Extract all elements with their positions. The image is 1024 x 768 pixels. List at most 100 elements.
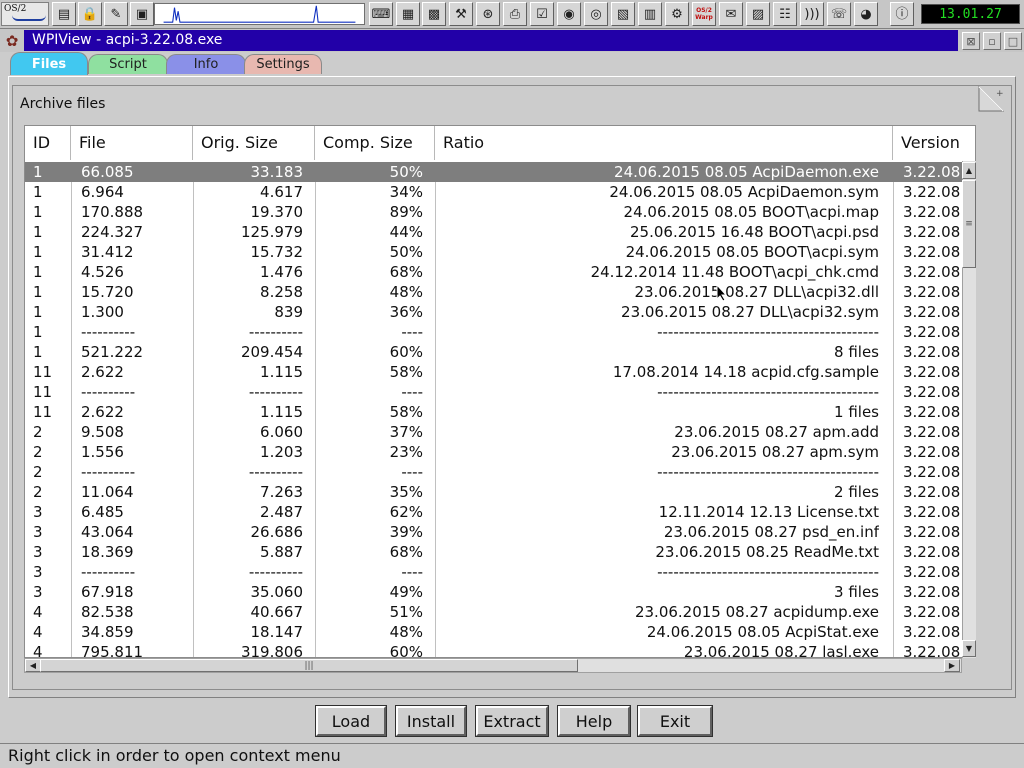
minimize-icon[interactable]: ▫ — [983, 32, 1001, 50]
table-row[interactable]: 1 6.964 4.617 34% 24.06.2015 08.05 AcpiDaemo… — [25, 182, 963, 202]
tools-icon[interactable]: ⚒ — [449, 2, 473, 26]
cell-id: 1 — [33, 223, 43, 241]
cell-id: 1 — [33, 283, 43, 301]
table-row[interactable]: 2 9.508 6.060 37% 23.06.2015 08.27 apm.add 3.… — [25, 422, 963, 442]
table-row[interactable]: 1 31.412 15.732 50% 24.06.2015 08.05 BOOT\ac… — [25, 242, 963, 262]
help-icon[interactable]: ⓘ — [890, 2, 914, 26]
cell-orig: 319.806 — [240, 643, 303, 658]
help-button[interactable]: Help — [557, 705, 631, 737]
column-header-ratio[interactable]: Ratio — [435, 126, 893, 160]
table-row[interactable]: 11 2.622 1.115 58% 17.08.2014 14.18 acpid.cf… — [25, 362, 963, 382]
cell-id: 3 — [33, 583, 43, 601]
cell-ratio: 2 files — [834, 483, 879, 501]
firefox-icon[interactable]: ◉ — [557, 2, 581, 26]
eye-icon[interactable]: ◕ — [854, 2, 878, 26]
tab-settings[interactable]: Settings — [244, 54, 322, 74]
cell-ver: 3.22.08 — [903, 203, 961, 221]
table-row[interactable]: 2 1.556 1.203 23% 23.06.2015 08.27 apm.sym 3.… — [25, 442, 963, 462]
lock-icon[interactable]: 🔒 — [78, 2, 102, 26]
scroll-down-icon[interactable]: ▼ — [962, 640, 976, 657]
table-row[interactable]: 4 34.859 18.147 48% 24.06.2015 08.05 AcpiSta… — [25, 622, 963, 642]
scroll-up-icon[interactable]: ▲ — [962, 162, 976, 179]
extract-button[interactable]: Extract — [475, 705, 549, 737]
wifi-icon[interactable]: ))) — [800, 2, 824, 26]
cell-file: 521.222 — [81, 343, 144, 361]
checklist-icon[interactable]: ☑ — [530, 2, 554, 26]
table-row[interactable]: 1 170.888 19.370 89% 24.06.2015 08.05 BOOT\a… — [25, 202, 963, 222]
column-header-version[interactable]: Version — [893, 126, 975, 160]
column-header-comp-size[interactable]: Comp. Size — [315, 126, 435, 160]
table-row[interactable]: 1 224.327 125.979 44% 25.06.2015 16.48 BOOT\… — [25, 222, 963, 242]
cell-ratio: 1 files — [834, 403, 879, 421]
table-row[interactable]: 1 1.300 839 36% 23.06.2015 08.27 DLL\acpi32.… — [25, 302, 963, 322]
chart-icon[interactable]: ▥ — [638, 2, 662, 26]
page-flip-icon[interactable]: + — [978, 86, 1004, 112]
drive-icon[interactable]: ▦ — [396, 2, 420, 26]
title-bar[interactable]: ✿ WPIView - acpi-3.22.08.exe ⊠ ▫ □ — [0, 29, 1024, 52]
photo-icon[interactable]: ▧ — [611, 2, 635, 26]
table-row[interactable]: 11 ---------- ---------- ---- --------------… — [25, 382, 963, 402]
window-list-icon[interactable]: ▤ — [52, 2, 76, 26]
phone-icon[interactable]: ☏ — [827, 2, 851, 26]
table-row[interactable]: 1 4.526 1.476 68% 24.12.2014 11.48 BOOT\acpi… — [25, 262, 963, 282]
table-row[interactable]: 1 ---------- ---------- ---- ---------------… — [25, 322, 963, 342]
cell-id: 1 — [33, 323, 43, 341]
cell-file: 34.859 — [81, 623, 134, 641]
table-row[interactable]: 3 43.064 26.686 39% 23.06.2015 08.27 psd_en.… — [25, 522, 963, 542]
tab-script[interactable]: Script — [88, 54, 168, 74]
table-row[interactable]: 4 795.811 319.806 60% 23.06.2015 08.27 lasl.… — [25, 642, 963, 658]
table-row[interactable]: 1 15.720 8.258 48% 23.06.2015 08.27 DLL\acpi… — [25, 282, 963, 302]
cell-comp: 89% — [389, 203, 423, 221]
table-row[interactable]: 1 66.085 33.183 50% 24.06.2015 08.05 AcpiDae… — [25, 162, 963, 182]
scroll-icon[interactable]: ☷ — [773, 2, 797, 26]
notepad-icon[interactable]: ✉ — [719, 2, 743, 26]
calendar-icon[interactable]: ▩ — [422, 2, 446, 26]
tab-files[interactable]: Files — [10, 52, 88, 75]
table-row[interactable]: 3 ---------- ---------- ---- ---------------… — [25, 562, 963, 582]
lifebuoy-icon[interactable]: ⊛ — [476, 2, 500, 26]
settings-icon[interactable]: ⚙ — [665, 2, 689, 26]
cell-orig: 6.060 — [260, 423, 303, 441]
monitor-icon[interactable]: ▣ — [130, 2, 154, 26]
table-row[interactable]: 3 67.918 35.060 49% 3 files 3.22.08 — [25, 582, 963, 602]
column-header-id[interactable]: ID — [25, 126, 71, 160]
os2-logo[interactable]: OS/2 — [1, 2, 49, 26]
horizontal-scroll-thumb[interactable]: ||| — [40, 659, 578, 672]
printer-icon[interactable]: ⎙ — [503, 2, 527, 26]
vertical-scroll-thumb[interactable]: ≡ — [962, 180, 976, 268]
group-label: Archive files — [20, 96, 106, 112]
cell-ver: 3.22.08 — [903, 543, 961, 561]
load-button[interactable]: Load — [315, 705, 387, 737]
cell-ratio: 8 files — [834, 343, 879, 361]
scroll-right-icon[interactable]: ▶ — [944, 659, 960, 672]
archive-files-table[interactable]: ID File Orig. Size Comp. Size Ratio Vers… — [24, 125, 976, 658]
cell-comp: ---- — [401, 463, 423, 481]
cell-ratio: 23.06.2015 08.27 lasl.exe — [683, 643, 879, 658]
cell-id: 2 — [33, 423, 43, 441]
table-row[interactable]: 3 18.369 5.887 68% 23.06.2015 08.25 ReadMe.t… — [25, 542, 963, 562]
table-row[interactable]: 4 82.538 40.667 51% 23.06.2015 08.27 acpidum… — [25, 602, 963, 622]
install-button[interactable]: Install — [395, 705, 467, 737]
cell-ratio: 24.06.2015 08.05 BOOT\acpi.map — [623, 203, 879, 221]
column-header-orig-size[interactable]: Orig. Size — [193, 126, 315, 160]
scroll-left-icon[interactable]: ◀ — [25, 659, 41, 672]
pen-icon[interactable]: ✎ — [104, 2, 128, 26]
cell-ver: 3.22.08 — [903, 323, 961, 341]
tab-info[interactable]: Info — [166, 54, 246, 74]
table-row[interactable]: 1 521.222 209.454 60% 8 files 3.22.08 — [25, 342, 963, 362]
window-title: WPIView - acpi-3.22.08.exe — [24, 30, 958, 51]
table-row[interactable]: 3 6.485 2.487 62% 12.11.2014 12.13 License.t… — [25, 502, 963, 522]
keyboard-icon[interactable]: ⌨ — [369, 2, 393, 26]
os2-warp-icon[interactable]: OS/2 Warp — [692, 2, 716, 26]
archive-icon[interactable]: ▨ — [746, 2, 770, 26]
cell-orig: 8.258 — [260, 283, 303, 301]
disk-123-icon[interactable]: ◎ — [584, 2, 608, 26]
table-row[interactable]: 2 11.064 7.263 35% 2 files 3.22.08 — [25, 482, 963, 502]
column-header-file[interactable]: File — [71, 126, 193, 160]
exit-button[interactable]: Exit — [637, 705, 713, 737]
table-row[interactable]: 11 2.622 1.115 58% 1 files 3.22.08 — [25, 402, 963, 422]
system-menu-icon[interactable]: ✿ — [2, 31, 22, 50]
close-icon[interactable]: ⊠ — [962, 32, 980, 50]
table-row[interactable]: 2 ---------- ---------- ---- ---------------… — [25, 462, 963, 482]
maximize-icon[interactable]: □ — [1004, 32, 1022, 50]
